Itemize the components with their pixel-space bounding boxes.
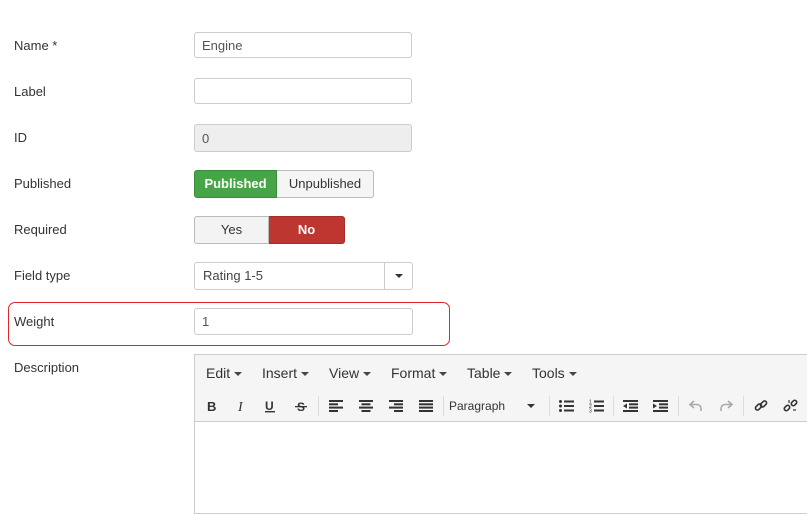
chevron-down-icon [504, 372, 513, 377]
chevron-down-icon [395, 274, 403, 278]
field-type-select[interactable]: Rating 1-5 [194, 262, 413, 290]
svg-text:3: 3 [589, 409, 592, 414]
svg-text:B: B [207, 399, 216, 413]
field-type-value: Rating 1-5 [203, 268, 263, 283]
toolbar-divider [613, 396, 614, 416]
chevron-down-icon [363, 372, 372, 377]
chevron-down-icon [234, 372, 243, 377]
menu-edit-label: Edit [206, 365, 231, 381]
field-type-label: Field type [14, 268, 71, 283]
toolbar-divider [443, 396, 444, 416]
unlink-icon[interactable] [779, 395, 801, 417]
menu-tools[interactable]: Tools [532, 365, 577, 381]
unpublished-option-button[interactable]: Unpublished [277, 170, 374, 198]
label-input[interactable] [194, 78, 412, 104]
weight-input[interactable] [194, 308, 413, 335]
menu-tools-label: Tools [532, 365, 565, 381]
underline-icon[interactable]: U [259, 395, 281, 417]
menu-table-label: Table [467, 365, 501, 381]
editor-menubar: Edit Insert View Format Table Tools [195, 355, 807, 391]
menu-table[interactable]: Table [467, 365, 513, 381]
label-field-label: Label [14, 84, 46, 99]
block-format-value: Paragraph [449, 399, 506, 413]
menu-format[interactable]: Format [391, 365, 448, 381]
menu-insert[interactable]: Insert [262, 365, 310, 381]
description-editor: Edit Insert View Format Table Tools B I … [194, 354, 807, 514]
bullet-list-icon[interactable] [555, 395, 577, 417]
published-label: Published [14, 176, 72, 191]
menu-insert-label: Insert [262, 365, 298, 381]
toolbar-divider [743, 396, 744, 416]
chevron-down-icon [527, 404, 535, 408]
menu-format-label: Format [391, 365, 436, 381]
weight-label: Weight [14, 314, 55, 329]
redo-icon[interactable] [715, 395, 737, 417]
indent-icon[interactable] [649, 395, 671, 417]
outdent-icon[interactable] [619, 395, 641, 417]
field-type-dropdown-button[interactable] [384, 263, 412, 289]
chevron-down-icon [568, 372, 577, 377]
toolbar-divider [318, 396, 319, 416]
block-format-select[interactable]: Paragraph [449, 397, 539, 415]
menu-edit[interactable]: Edit [206, 365, 243, 381]
chevron-down-icon [439, 372, 448, 377]
menu-view[interactable]: View [329, 365, 372, 381]
published-toggle: Published Unpublished [194, 170, 374, 198]
align-center-icon[interactable] [355, 395, 377, 417]
align-left-icon[interactable] [325, 395, 347, 417]
numbered-list-icon[interactable]: 123 [585, 395, 607, 417]
editor-content-area[interactable] [195, 422, 807, 513]
italic-icon[interactable]: I [230, 395, 252, 417]
toolbar-divider [678, 396, 679, 416]
link-icon[interactable] [750, 395, 772, 417]
svg-text:U: U [265, 399, 274, 413]
menu-view-label: View [329, 365, 360, 381]
undo-icon[interactable] [685, 395, 707, 417]
strikethrough-icon[interactable]: S [290, 395, 312, 417]
editor-toolbar: B I U S Paragraph 1 2 3 [195, 391, 807, 422]
yes-option-button[interactable]: Yes [194, 216, 269, 244]
id-label: ID [14, 130, 27, 145]
id-input [194, 124, 412, 152]
toolbar-divider [549, 396, 550, 416]
no-option-button[interactable]: No [269, 216, 345, 244]
align-justify-icon[interactable] [415, 395, 437, 417]
description-label: Description [14, 360, 80, 375]
name-label: Name * [14, 38, 58, 53]
bold-icon[interactable]: B [200, 395, 222, 417]
name-input[interactable] [194, 32, 412, 58]
chevron-down-icon [301, 372, 310, 377]
required-toggle: Yes No [194, 216, 345, 244]
published-option-button[interactable]: Published [194, 170, 277, 198]
required-label: Required [14, 222, 67, 237]
svg-text:I: I [237, 400, 244, 413]
align-right-icon[interactable] [385, 395, 407, 417]
